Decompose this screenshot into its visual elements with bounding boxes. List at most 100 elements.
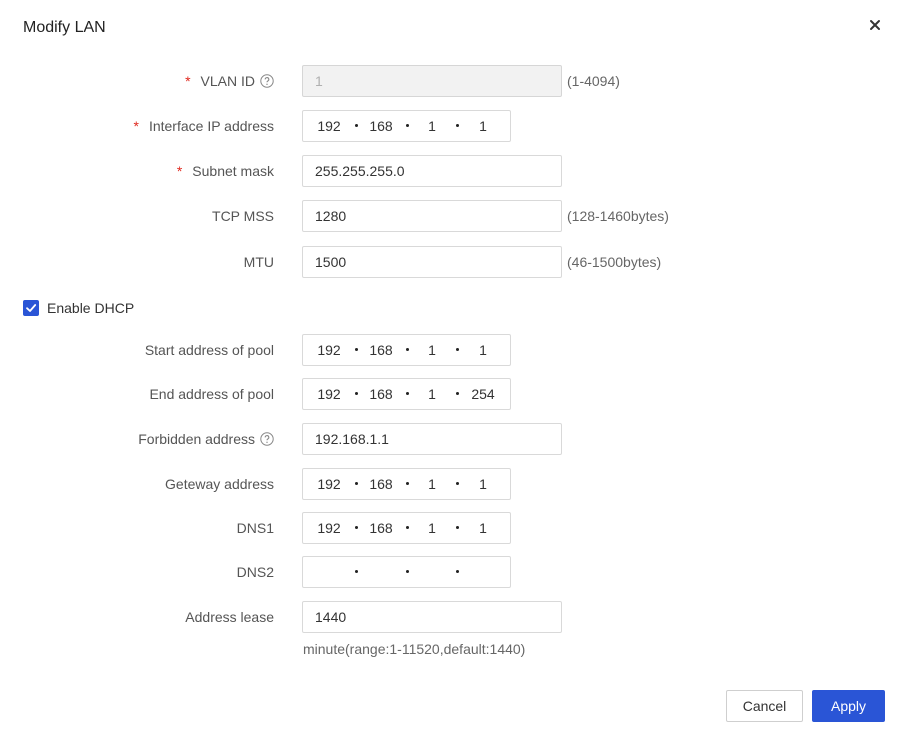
ip-dot: [355, 482, 358, 485]
checkmark-icon: [26, 304, 37, 312]
ip-octet-2[interactable]: 168: [359, 335, 403, 365]
enable-dhcp-label: Enable DHCP: [47, 300, 135, 316]
close-icon[interactable]: [866, 16, 884, 34]
dns1-label: DNS1: [236, 520, 274, 536]
vlan-id-row: * VLAN ID (1-4094): [0, 65, 906, 97]
required-mark: *: [185, 73, 191, 89]
end-pool-field[interactable]: 192 168 1 254: [302, 378, 511, 410]
subnet-mask-field[interactable]: [302, 155, 562, 187]
ip-octet-1[interactable]: 192: [307, 469, 351, 499]
ip-octet-3[interactable]: 1: [411, 379, 453, 409]
interface-ip-field[interactable]: 192 168 1 1: [302, 110, 511, 142]
ip-octet-2[interactable]: 168: [359, 111, 403, 141]
ip-octet-1[interactable]: 192: [307, 379, 351, 409]
ip-dot: [406, 482, 409, 485]
forbidden-address-label: Forbidden address: [138, 423, 274, 455]
ip-octet-3[interactable]: 1: [411, 513, 453, 543]
end-pool-label: End address of pool: [149, 386, 274, 402]
help-icon[interactable]: [260, 74, 274, 88]
gateway-address-label: Geteway address: [165, 476, 274, 492]
start-pool-label: Start address of pool: [144, 342, 274, 358]
ip-octet-4[interactable]: 1: [461, 513, 505, 543]
mtu-row: MTU (46-1500bytes): [0, 246, 906, 278]
dns1-field[interactable]: 192 168 1 1: [302, 512, 511, 544]
ip-octet-2[interactable]: 168: [359, 469, 403, 499]
ip-octet-2[interactable]: 168: [359, 379, 403, 409]
ip-dot: [355, 124, 358, 127]
ip-dot: [406, 570, 409, 573]
ip-dot: [406, 124, 409, 127]
ip-dot: [406, 392, 409, 395]
ip-octet-2[interactable]: 168: [359, 513, 403, 543]
ip-octet-3[interactable]: 1: [411, 335, 453, 365]
enable-dhcp-checkbox-row[interactable]: Enable DHCP: [23, 299, 134, 317]
cancel-button[interactable]: Cancel: [726, 690, 803, 722]
ip-dot: [406, 348, 409, 351]
vlan-id-hint: (1-4094): [567, 73, 620, 89]
subnet-mask-label: * Subnet mask: [177, 155, 274, 187]
ip-octet-1[interactable]: 192: [307, 513, 351, 543]
forbidden-address-row: Forbidden address: [0, 423, 906, 455]
ip-dot: [456, 482, 459, 485]
address-lease-label: Address lease: [185, 609, 274, 625]
dns1-row: DNS1 192 168 1 1: [0, 512, 906, 544]
tcp-mss-row: TCP MSS (128-1460bytes): [0, 200, 906, 232]
dialog-title: Modify LAN: [23, 19, 106, 36]
ip-dot: [355, 526, 358, 529]
ip-octet-4[interactable]: 1: [461, 469, 505, 499]
vlan-id-field[interactable]: [302, 65, 562, 97]
ip-dot: [355, 348, 358, 351]
dns2-field[interactable]: [302, 556, 511, 588]
gateway-address-field[interactable]: 192 168 1 1: [302, 468, 511, 500]
ip-octet-1[interactable]: 192: [307, 335, 351, 365]
ip-octet-3[interactable]: 1: [411, 469, 453, 499]
ip-octet-1[interactable]: 192: [307, 111, 351, 141]
ip-octet-3[interactable]: [411, 557, 453, 587]
ip-dot: [456, 526, 459, 529]
enable-dhcp-checkbox[interactable]: [23, 300, 39, 316]
start-pool-row: Start address of pool 192 168 1 1: [0, 334, 906, 366]
vlan-id-input[interactable]: [303, 66, 561, 96]
ip-dot: [456, 392, 459, 395]
vlan-id-label: * VLAN ID: [185, 65, 274, 97]
ip-octet-4[interactable]: [461, 557, 505, 587]
address-lease-note: minute(range:1-11520,default:1440): [303, 641, 526, 657]
ip-octet-2[interactable]: [359, 557, 403, 587]
mtu-input[interactable]: [303, 247, 561, 277]
interface-ip-row: * Interface IP address 192 168 1 1: [0, 110, 906, 142]
interface-ip-label: * Interface IP address: [134, 110, 275, 142]
ip-dot: [406, 526, 409, 529]
address-lease-field[interactable]: [302, 601, 562, 633]
ip-octet-3[interactable]: 1: [411, 111, 453, 141]
address-lease-row: Address lease: [0, 601, 906, 633]
subnet-mask-input[interactable]: [303, 156, 561, 186]
ip-dot: [355, 392, 358, 395]
ip-dot: [456, 570, 459, 573]
forbidden-address-input[interactable]: [303, 424, 561, 454]
forbidden-address-field[interactable]: [302, 423, 562, 455]
mtu-hint: (46-1500bytes): [567, 254, 662, 270]
apply-button[interactable]: Apply: [812, 690, 885, 722]
modify-lan-dialog: Modify LAN * VLAN ID (1-4094) * Interfac…: [0, 0, 906, 738]
required-mark: *: [133, 118, 139, 134]
dns2-label: DNS2: [236, 564, 274, 580]
ip-octet-4[interactable]: 1: [461, 335, 505, 365]
ip-octet-4[interactable]: 1: [461, 111, 505, 141]
help-icon[interactable]: [260, 432, 274, 446]
ip-octet-1[interactable]: [307, 557, 351, 587]
ip-dot: [456, 348, 459, 351]
ip-octet-4[interactable]: 254: [461, 379, 505, 409]
tcp-mss-field[interactable]: [302, 200, 562, 232]
start-pool-field[interactable]: 192 168 1 1: [302, 334, 511, 366]
address-lease-input[interactable]: [303, 602, 561, 632]
gateway-address-row: Geteway address 192 168 1 1: [0, 468, 906, 500]
mtu-label: MTU: [243, 254, 274, 270]
ip-dot: [355, 570, 358, 573]
tcp-mss-input[interactable]: [303, 201, 561, 231]
required-mark: *: [176, 163, 183, 179]
tcp-mss-label: TCP MSS: [212, 208, 274, 224]
dns2-row: DNS2: [0, 556, 906, 588]
ip-dot: [456, 124, 459, 127]
mtu-field[interactable]: [302, 246, 562, 278]
tcp-mss-hint: (128-1460bytes): [567, 208, 669, 224]
